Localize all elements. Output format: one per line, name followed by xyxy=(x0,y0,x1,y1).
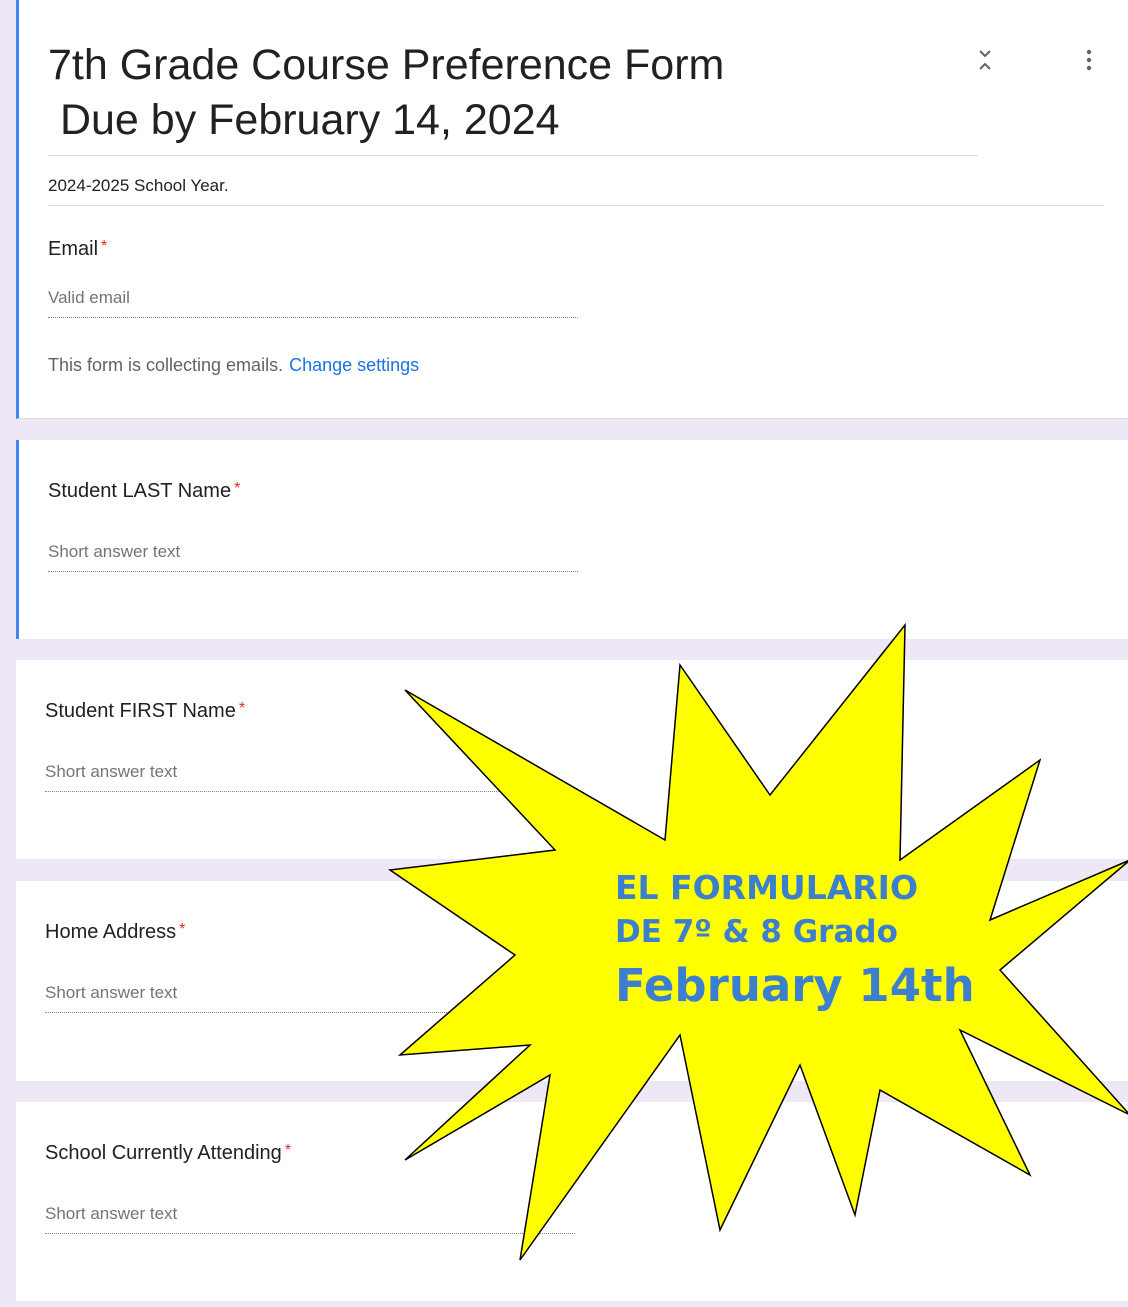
email-placeholder: Valid email xyxy=(48,288,130,307)
description-divider xyxy=(48,205,1103,206)
form-title-line1: 7th Grade Course Preference Form xyxy=(48,41,725,89)
required-asterisk: * xyxy=(238,700,246,717)
more-vert-icon[interactable] xyxy=(1075,46,1103,74)
question-label-text: Student FIRST Name xyxy=(45,700,236,722)
starburst-line2: DE 7º & 8 Grado xyxy=(615,914,898,950)
starburst-line1: EL FORMULARIO xyxy=(615,868,919,907)
more-vert-icon-glyph xyxy=(1086,49,1092,71)
required-asterisk: * xyxy=(101,238,108,255)
short-answer-placeholder: Short answer text xyxy=(45,983,178,1002)
question-label-text: School Currently Attending xyxy=(45,1142,282,1164)
short-answer-placeholder: Short answer text xyxy=(48,542,181,561)
question-label-text: Student LAST Name xyxy=(48,480,232,502)
short-answer-field[interactable]: Short answer text xyxy=(48,542,578,572)
short-answer-placeholder: Short answer text xyxy=(45,762,178,781)
required-asterisk: * xyxy=(234,480,241,497)
question-card[interactable]: Student LAST Name * Short answer text xyxy=(16,440,1128,639)
question-label: School Currently Attending * xyxy=(45,1142,291,1165)
change-settings-link[interactable]: Change settings xyxy=(289,355,419,375)
email-label: Email * xyxy=(48,238,107,261)
title-divider xyxy=(48,155,978,156)
form-title[interactable]: 7th Grade Course Preference Form Due by … xyxy=(48,38,724,148)
question-label-text: Home Address xyxy=(45,921,177,943)
collapse-icon-glyph xyxy=(979,50,991,70)
collapse-icon[interactable] xyxy=(971,46,999,74)
email-field[interactable]: Valid email xyxy=(48,288,578,318)
starburst-line3: February 14th xyxy=(615,959,975,1012)
required-asterisk: * xyxy=(179,921,186,938)
email-collection-notice: This form is collecting emails. Change se… xyxy=(48,355,419,376)
form-description[interactable]: 2024-2025 School Year. xyxy=(48,176,229,196)
question-label: Student LAST Name * xyxy=(48,480,240,503)
required-asterisk: * xyxy=(284,1142,292,1159)
question-label: Student FIRST Name * xyxy=(45,700,245,723)
question-label: Home Address * xyxy=(45,921,185,944)
starburst-text: EL FORMULARIO DE 7º & 8 Grado February 1… xyxy=(615,866,995,1016)
email-label-text: Email xyxy=(48,238,99,260)
notice-text: This form is collecting emails. xyxy=(48,355,284,375)
form-title-line2: Due by February 14, 2024 xyxy=(48,96,560,144)
form-header-card: 7th Grade Course Preference Form Due by … xyxy=(16,0,1128,419)
short-answer-placeholder: Short answer text xyxy=(45,1204,178,1223)
